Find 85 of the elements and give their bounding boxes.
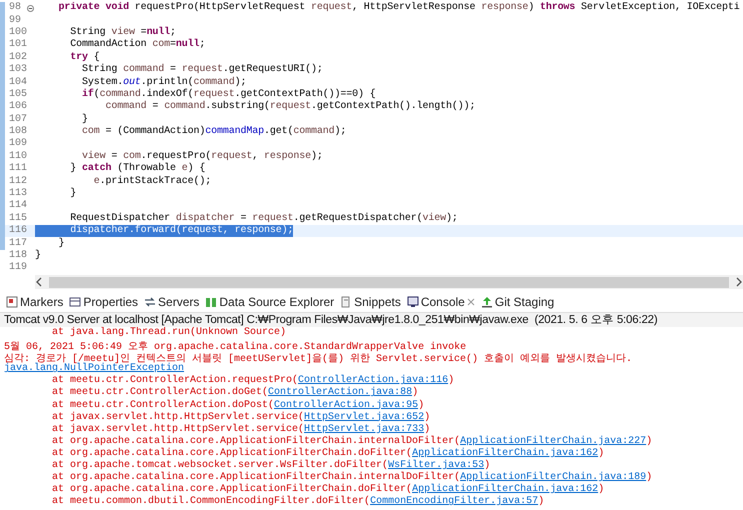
- view-tab[interactable]: Properties: [66, 292, 142, 312]
- fold-icon[interactable]: [27, 4, 34, 12]
- console-line: at javax.servlet.http.HttpServlet.service(HttpServlet.java:652): [51, 412, 432, 424]
- console-line: at meetu.ctr.ControllerAction.requestPro(ControllerAction.java:116): [51, 375, 456, 386]
- console-line: at meetu.common.dbutil.CommonEncodingFilter.doFilter(CommonEncodingFilter.java:57): [51, 496, 546, 508]
- table-icon: [69, 296, 82, 308]
- source-link[interactable]: ControllerAction.java:95: [274, 400, 418, 411]
- line-number: 106: [8, 101, 27, 114]
- code-line: } catch (Throwable e) {: [69, 163, 206, 176]
- line-number: 116: [8, 225, 27, 238]
- database-icon: [205, 296, 218, 308]
- scroll-right-icon[interactable]: [735, 277, 743, 287]
- view-tab[interactable]: Snippets: [337, 292, 404, 312]
- view-tab[interactable]: Data Source Explorer: [202, 292, 338, 312]
- source-link[interactable]: ApplicationFilterChain.java:189: [460, 472, 646, 484]
- source-link[interactable]: WsFilter.java:53: [388, 460, 484, 472]
- view-tab[interactable]: Git Staging: [478, 292, 558, 312]
- code-line: }: [80, 114, 88, 126]
- code-line: RequestDispatcher dispatcher = request.getRequestDispatcher(view);: [69, 212, 458, 225]
- code-line: private void requestPro(HttpServletRequest request, HttpServletResponse response) throws ServletException, IOExcepti: [57, 2, 740, 14]
- line-number: 118: [8, 250, 27, 262]
- console-title: Tomcat v9.0 Server at localhost [Apache Tomcat] C:₩Program Files₩Java₩jre1.8.0_251₩bin₩javaw.exe (2021. 5. 6 오후 5:06:22): [0, 313, 743, 327]
- source-link[interactable]: ApplicationFilterChain.java:227: [460, 436, 646, 447]
- source-link[interactable]: HttpServlet.java:652: [304, 412, 424, 423]
- console-line: at meetu.ctr.ControllerAction.doPost(ControllerAction.java:95): [51, 400, 426, 412]
- line-number: 98: [8, 2, 22, 14]
- line-number: 100: [8, 26, 27, 39]
- horizontal-scrollbar[interactable]: [35, 275, 743, 289]
- line-number: 112: [8, 176, 27, 188]
- code-line: }: [57, 238, 64, 250]
- console-line: at meetu.ctr.ControllerAction.doGet(ControllerAction.java:88): [51, 387, 420, 400]
- code-line: try {: [69, 52, 100, 64]
- code-line: }: [35, 250, 41, 262]
- close-icon[interactable]: [466, 298, 475, 306]
- line-number: 114: [8, 200, 27, 212]
- line-number: 115: [8, 212, 27, 225]
- upload-icon: [480, 296, 493, 308]
- code-line: System.out.println(command);: [80, 76, 246, 88]
- scroll-left-icon[interactable]: [35, 277, 43, 287]
- console-icon: [406, 296, 419, 308]
- console-line: at org.apache.tomcat.websocket.server.WsFilter.doFilter(WsFilter.java:53): [51, 460, 492, 472]
- line-number: 107: [8, 114, 27, 126]
- code-line: }: [69, 188, 76, 200]
- source-link[interactable]: ControllerAction.java:88: [268, 387, 412, 398]
- line-number: 103: [8, 64, 27, 76]
- servers-icon: [144, 296, 156, 308]
- view-tab[interactable]: Servers: [141, 292, 202, 312]
- source-link[interactable]: ApplicationFilterChain.java:162: [412, 484, 598, 496]
- code-line: String view =null;: [69, 26, 176, 38]
- line-number: 117: [8, 238, 27, 250]
- line-number: 105: [8, 88, 27, 101]
- console-line: at org.apache.catalina.core.ApplicationFilterChain.internalDoFilter(ApplicationFilterChain.java:189): [51, 472, 654, 484]
- scrollbar-thumb[interactable]: [49, 276, 729, 288]
- code-line: com = (CommandAction)commandMap.get(command);: [80, 126, 346, 138]
- code-line: String command = request.getRequestURI();: [80, 64, 323, 76]
- console-line: 심각: 경로가 [/meetu]인 컨텍스트의 서블릿 [meetUServlet]을(를) 위한 Servlet.service() 호출이 예외를 발생시켰습니다.: [4, 352, 634, 364]
- console-line: 5월 06, 2021 5:06:49 오후 org.apache.catalina.core.StandardWrapperValve invoke: [4, 340, 468, 352]
- view-tab[interactable]: Markers: [3, 292, 66, 312]
- code-line: if(command.indexOf(request.getContextPath())==0) {: [80, 88, 376, 100]
- line-number: 119: [8, 262, 27, 274]
- source-link[interactable]: ControllerAction.java:116: [298, 375, 448, 386]
- markers-icon: [6, 296, 18, 308]
- line-number: 104: [8, 76, 27, 89]
- line-number: 99: [8, 14, 22, 27]
- snippets-icon: [340, 296, 352, 308]
- line-number: 110: [8, 150, 27, 163]
- console-line: at org.apache.catalina.core.ApplicationFilterChain.internalDoFilter(ApplicationFilterChain.java:227): [51, 436, 654, 448]
- line-number: 111: [8, 163, 27, 176]
- line-number: 108: [8, 126, 27, 138]
- line-number: 113: [8, 188, 27, 200]
- line-number: 102: [8, 52, 27, 64]
- code-line: command = command.substring(request.getContextPath().length());: [104, 101, 476, 114]
- console-line: at org.apache.catalina.core.ApplicationFilterChain.doFilter(ApplicationFilterChain.java:162): [51, 484, 606, 496]
- console-line: at javax.servlet.http.HttpServlet.service(HttpServlet.java:733): [51, 424, 432, 436]
- source-link[interactable]: ApplicationFilterChain.java:162: [412, 448, 598, 459]
- exception-link[interactable]: java.lang.NullPointerException: [4, 363, 743, 376]
- code-line: e.printStackTrace();: [92, 176, 212, 188]
- line-number: 101: [8, 39, 27, 52]
- console-line: at java.lang.Thread.run(Unknown Source): [51, 327, 288, 340]
- line-number: 109: [8, 138, 27, 150]
- console-line: at org.apache.catalina.core.ApplicationFilterChain.doFilter(ApplicationFilterChain.java:162): [51, 448, 606, 460]
- source-link[interactable]: HttpServlet.java:733: [304, 424, 424, 435]
- source-link[interactable]: CommonEncodingFilter.java:57: [370, 496, 538, 508]
- code-line: view = com.requestPro(request, response);: [80, 150, 323, 162]
- code-line: CommandAction com=null;: [69, 39, 206, 52]
